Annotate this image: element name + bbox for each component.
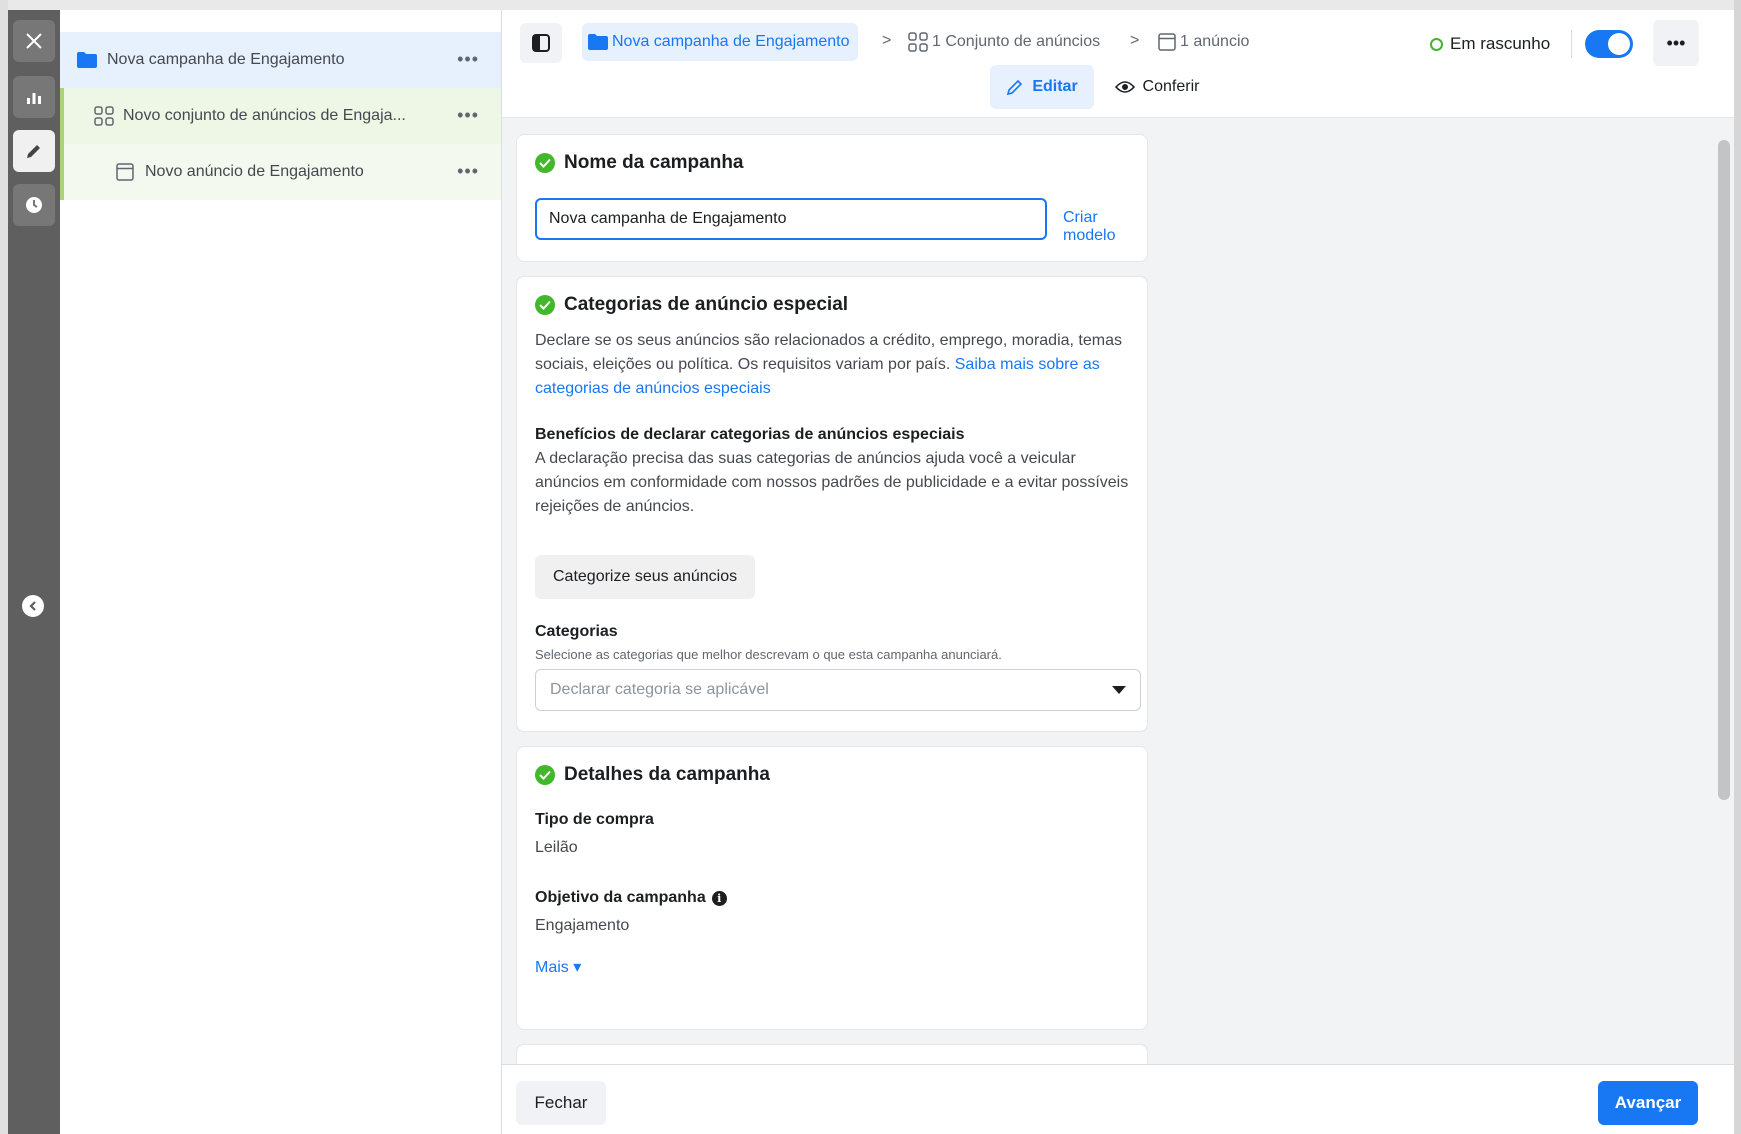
breadcrumb-ad-sets-label: 1 Conjunto de anúncios [932,33,1101,50]
categorize-ads-button[interactable]: Categorize seus anúncios [535,555,756,599]
campaign-name-card: Nome da campanha Criar modelo [516,134,1148,262]
categories-placeholder: Declarar categoria se aplicável [550,681,769,698]
check-circle-icon [535,765,555,785]
categories-label: Categorias [535,623,618,640]
breadcrumb-campaign-label: Nova campanha de Engajamento [612,33,850,50]
objective-label-row: Objetivo da campanha i [535,889,727,907]
card-title-label: Nome da campanha [564,152,744,173]
info-icon[interactable]: i [711,890,727,906]
campaign-on-off-toggle[interactable] [1585,30,1633,58]
categories-help-text: Selecione as categorias que melhor descr… [535,647,1002,662]
close-button[interactable]: Fechar [516,1081,606,1125]
breadcrumb-ads[interactable]: 1 anúncio [1158,23,1249,61]
status-label: Em rascunho [1450,34,1551,53]
ad-icon [116,163,134,181]
create-template-link[interactable]: Criar modelo [1063,209,1147,245]
objective-label: Objetivo da campanha [535,889,706,906]
tab-edit-label: Editar [1032,78,1078,95]
ad-set-grid-icon [908,32,928,52]
tree-item-label: Novo conjunto de anúncios de Engaja... [123,107,406,124]
tool-rail [8,10,60,1134]
check-circle-icon [535,153,555,173]
caret-down-icon [1112,686,1126,694]
editor-footer: Fechar Avançar [502,1064,1734,1134]
ad-set-grid-icon [94,106,114,126]
card-title: Categorias de anúncio especial [535,294,848,316]
benefits-section: Benefícios de declarar categorias de anú… [535,423,1135,519]
editor-topbar: Nova campanha de Engajamento > 1 Conjunt… [502,10,1734,118]
clock-icon [26,197,42,213]
panel-icon [532,34,550,52]
card-title-label: Categorias de anúncio especial [564,294,849,315]
window-right-edge [1734,0,1741,1134]
campaign-more-button[interactable]: ••• [457,49,479,70]
tab-review[interactable]: Conferir [1102,65,1212,109]
breadcrumb-separator: > [1130,32,1140,49]
breadcrumb-ad-sets[interactable]: 1 Conjunto de anúncios [908,23,1100,61]
edit-rail-button[interactable] [13,130,55,172]
card-title-label: Detalhes da campanha [564,764,770,785]
window-top-edge [0,0,1741,10]
history-rail-button[interactable] [13,184,55,226]
tab-review-label: Conferir [1142,78,1200,95]
tree-item-label: Nova campanha de Engajamento [107,51,345,68]
pencil-outline-icon [1007,79,1023,96]
divider [1571,30,1572,58]
chevron-left-icon [29,601,36,611]
card-title: Detalhes da campanha [535,764,770,786]
campaign-details-card: Detalhes da campanha Tipo de compra Leil… [516,746,1148,1030]
ad-set-more-button[interactable]: ••• [457,105,479,126]
ad-more-button[interactable]: ••• [457,161,479,182]
more-options-button[interactable]: ••• [1653,20,1699,66]
campaign-name-input[interactable] [535,198,1047,240]
tree-item-label: Novo anúncio de Engajamento [145,163,364,180]
window-left-edge [0,0,8,1134]
card-title: Nome da campanha [535,152,744,174]
tree-item-ad-set[interactable]: Novo conjunto de anúncios de Engaja... •… [60,88,501,144]
status-dot-icon [1430,37,1443,51]
breadcrumb-campaign[interactable]: Nova campanha de Engajamento [582,23,858,61]
tree-item-campaign[interactable]: Nova campanha de Engajamento ••• [60,32,501,88]
chart-icon [27,93,41,104]
folder-icon [77,52,97,68]
benefits-text: A declaração precisa das suas categorias… [535,450,1129,515]
close-rail-button[interactable] [13,20,55,62]
objective-value: Engajamento [535,917,630,934]
next-button[interactable]: Avançar [1598,1081,1698,1125]
folder-icon [588,34,608,50]
breadcrumb-separator: > [882,32,892,49]
ad-icon [1158,33,1176,51]
check-circle-icon [535,295,555,315]
editor-main: Nova campanha de Engajamento > 1 Conjunt… [502,10,1734,1134]
toggle-panel-button[interactable] [520,23,562,63]
special-categories-card: Categorias de anúncio especial Declare s… [516,276,1148,732]
pencil-icon [27,145,40,158]
close-icon [26,33,42,49]
categories-select[interactable]: Declarar categoria se aplicável [535,669,1141,711]
campaign-tree: Nova campanha de Engajamento ••• Novo co… [60,10,502,1134]
special-categories-description: Declare se os seus anúncios são relacion… [535,329,1135,401]
status-badge: Em rascunho [1430,34,1550,54]
reports-rail-button[interactable] [13,76,55,118]
breadcrumb-ads-label: 1 anúncio [1180,33,1250,50]
tab-edit[interactable]: Editar [990,65,1094,109]
toggle-knob [1608,33,1630,55]
scrollbar-thumb[interactable] [1718,140,1730,800]
buy-type-label: Tipo de compra [535,811,654,828]
collapse-tree-button[interactable] [22,595,44,617]
more-details-link[interactable]: Mais ▾ [535,957,581,977]
tree-item-ad[interactable]: Novo anúncio de Engajamento ••• [60,144,501,200]
benefits-title: Benefícios de declarar categorias de anú… [535,426,965,443]
eye-icon [1114,81,1135,93]
buy-type-value: Leilão [535,839,578,856]
